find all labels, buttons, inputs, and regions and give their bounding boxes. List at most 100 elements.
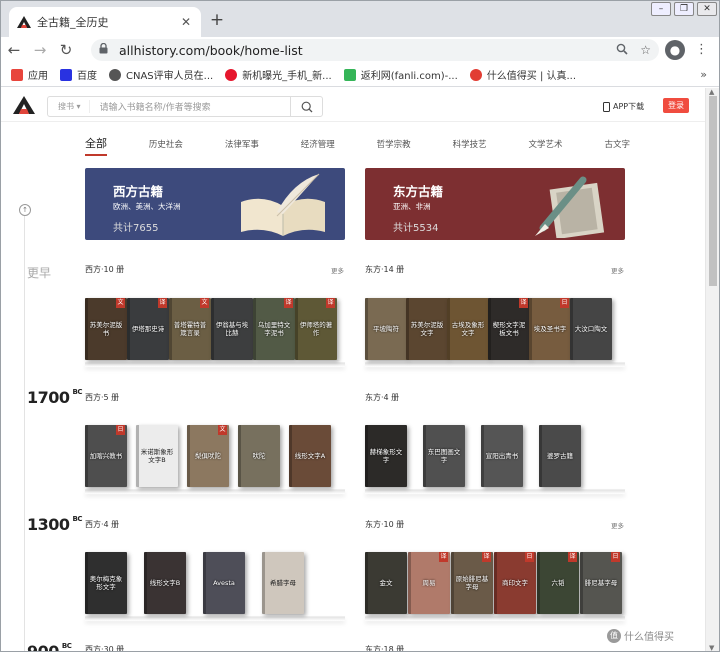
book-cover[interactable]: 楔形文字泥板文书 译	[488, 298, 530, 360]
book-cover[interactable]: 伊师塔的著作 译	[295, 298, 337, 360]
book-title: 古埃及象形文字	[451, 321, 485, 337]
book-badge: 译	[519, 298, 528, 308]
tab-science[interactable]: 科学技艺	[453, 138, 487, 156]
scrollbar-thumb[interactable]	[709, 96, 717, 286]
book-title: 金文	[379, 579, 393, 587]
bookmark-item[interactable]: 应用	[11, 67, 48, 82]
book-cover[interactable]: 原始腓尼基字母 译	[451, 552, 493, 614]
book-badge: 译	[284, 298, 293, 308]
phone-icon	[603, 101, 610, 112]
forward-icon[interactable]: →	[27, 41, 53, 59]
tab-literature[interactable]: 文学艺术	[529, 138, 563, 156]
book-title: 乌加里特文字泥书	[257, 321, 291, 337]
book-cover[interactable]: 奥尔梅克象形文字	[85, 552, 127, 614]
timeline-top-icon[interactable]: ↑	[19, 204, 31, 216]
allhistory-logo-icon[interactable]	[13, 96, 35, 118]
book-cover[interactable]: 伊翁基与埃比赫	[211, 298, 253, 360]
book-cover[interactable]: 苏美尔泥版文字	[406, 298, 448, 360]
book-badge: 译	[568, 552, 577, 562]
book-cover[interactable]: 宣阳出青书	[481, 425, 523, 487]
browser-window: 全古籍_全历史 ✕ + – ❐ ✕ ← → ↻ allhistory.com/b…	[0, 0, 720, 652]
more-link[interactable]: 更多	[331, 265, 344, 275]
book-cover[interactable]: 普塔霍特普箴言录 文	[169, 298, 211, 360]
more-link[interactable]: 更多	[611, 265, 624, 275]
book-title: 米诺斯象形文字B	[140, 448, 174, 464]
tab-active[interactable]: 全古籍_全历史 ✕	[9, 7, 201, 37]
search-input[interactable]: 请输入书籍名称/作者等搜索	[90, 100, 290, 113]
book-cover[interactable]: 加喀兴教书 日	[85, 425, 127, 487]
scroll-down-icon[interactable]: ▼	[709, 644, 714, 651]
page-scrollbar[interactable]: ▲ ▼	[705, 88, 719, 651]
bookmark-star-icon[interactable]: ☆	[640, 43, 651, 57]
tab-ancient-script[interactable]: 古文字	[604, 138, 630, 156]
restore-icon[interactable]: ❐	[674, 2, 694, 16]
login-button[interactable]: 登录	[663, 98, 689, 113]
bookmark-item[interactable]: 新机曝光_手机_新...	[225, 67, 332, 82]
new-tab-icon[interactable]: +	[207, 10, 227, 30]
tab-all[interactable]: 全部	[85, 135, 107, 156]
hero-western-books[interactable]: 西方古籍 欧洲、美洲、大洋洲 共计7655	[85, 168, 345, 240]
close-window-icon[interactable]: ✕	[697, 2, 717, 16]
book-cover[interactable]: 吠陀	[238, 425, 280, 487]
bookmark-item[interactable]: 百度	[60, 67, 97, 82]
book-title: 商印文字	[502, 579, 528, 587]
book-cover[interactable]: 梨俱吠陀 文	[187, 425, 229, 487]
hero-eastern-books[interactable]: 东方古籍 亚洲、非洲 共计5534	[365, 168, 625, 240]
book-cover[interactable]: 商印文字 日	[494, 552, 536, 614]
book-cover[interactable]: 乌加里特文字泥书 译	[253, 298, 295, 360]
year-label: 1300 BC	[27, 515, 83, 534]
tab-law-military[interactable]: 法律军事	[225, 138, 259, 156]
book-title: 周易	[422, 579, 436, 587]
book-cover[interactable]: 金文	[365, 552, 407, 614]
bookmark-item[interactable]: 返利网(fanli.com)-...	[343, 67, 458, 82]
scroll-up-icon[interactable]: ▲	[709, 88, 714, 96]
more-link[interactable]: 更多	[611, 520, 624, 530]
fanli-icon	[343, 68, 356, 81]
tab-philosophy[interactable]: 哲学宗教	[377, 138, 411, 156]
address-bar[interactable]: allhistory.com/book/home-list ☆	[91, 39, 659, 61]
search-scope-select[interactable]: 搜书 ▾	[48, 100, 90, 113]
book-cover[interactable]: 伊塔那史诗 译	[127, 298, 169, 360]
bookmark-item[interactable]: CNAS评审人员在...	[109, 67, 213, 82]
menu-kebab-icon[interactable]: ⋮	[695, 42, 708, 57]
back-icon[interactable]: ←	[1, 41, 27, 59]
bookmarks-overflow-icon[interactable]: »	[700, 68, 707, 81]
book-cover[interactable]: 周易 译	[408, 552, 450, 614]
book-cover[interactable]: 婆罗古籍	[539, 425, 581, 487]
book-title: 伊塔那史诗	[131, 325, 165, 333]
tab-close-icon[interactable]: ✕	[179, 15, 193, 29]
book-cover[interactable]: 六韬 译	[537, 552, 579, 614]
section-west-heading: 西方·5 册	[85, 393, 120, 402]
book-cover[interactable]: 古埃及象形文字	[447, 298, 489, 360]
bookmark-item[interactable]: 什么值得买 | 认真...	[469, 67, 576, 82]
search-button[interactable]	[290, 97, 322, 116]
reload-icon[interactable]: ↻	[53, 41, 79, 59]
bookshelf	[85, 489, 345, 494]
book-cover[interactable]: 腓尼基字母 日	[580, 552, 622, 614]
bookmarks-bar: 应用 百度 CNAS评审人员在... 新机曝光_手机_新... 返利网(fanl…	[1, 63, 719, 87]
book-cover[interactable]: 苏美尔泥版书 文	[85, 298, 127, 360]
book-cover[interactable]: Avesta	[203, 552, 245, 614]
lock-icon	[99, 42, 111, 57]
book-title: 普塔霍特普箴言录	[173, 321, 207, 337]
account-avatar-icon[interactable]: ●	[665, 40, 685, 60]
book-cover[interactable]: 米诺斯象形文字B	[136, 425, 178, 487]
tab-economy[interactable]: 经济管理	[301, 138, 335, 156]
book-cover[interactable]: 大汶口陶文	[570, 298, 612, 360]
minimize-icon[interactable]: –	[651, 2, 671, 16]
zoom-icon[interactable]	[616, 43, 628, 58]
book-cover[interactable]: 平坡陶符	[365, 298, 407, 360]
book-title: 六韬	[551, 579, 565, 587]
app-download-link[interactable]: APP下载	[603, 101, 644, 112]
book-cover[interactable]: 赫梯象形文字	[365, 425, 407, 487]
book-cover[interactable]: 埃及圣书字 日	[529, 298, 571, 360]
book-cover[interactable]: 线形文字A	[289, 425, 331, 487]
book-title: 平坡陶符	[373, 325, 399, 333]
book-title: 东巴图画文字	[427, 448, 461, 464]
book-cover[interactable]: 东巴图画文字	[423, 425, 465, 487]
web-page: 搜书 ▾ 请输入书籍名称/作者等搜索 APP下载 登录 全部 历史社会 法律军事…	[1, 88, 707, 651]
tab-title: 全古籍_全历史	[37, 16, 109, 29]
book-cover[interactable]: 希腊字母	[262, 552, 304, 614]
tab-history-society[interactable]: 历史社会	[149, 138, 183, 156]
book-cover[interactable]: 线形文字B	[144, 552, 186, 614]
